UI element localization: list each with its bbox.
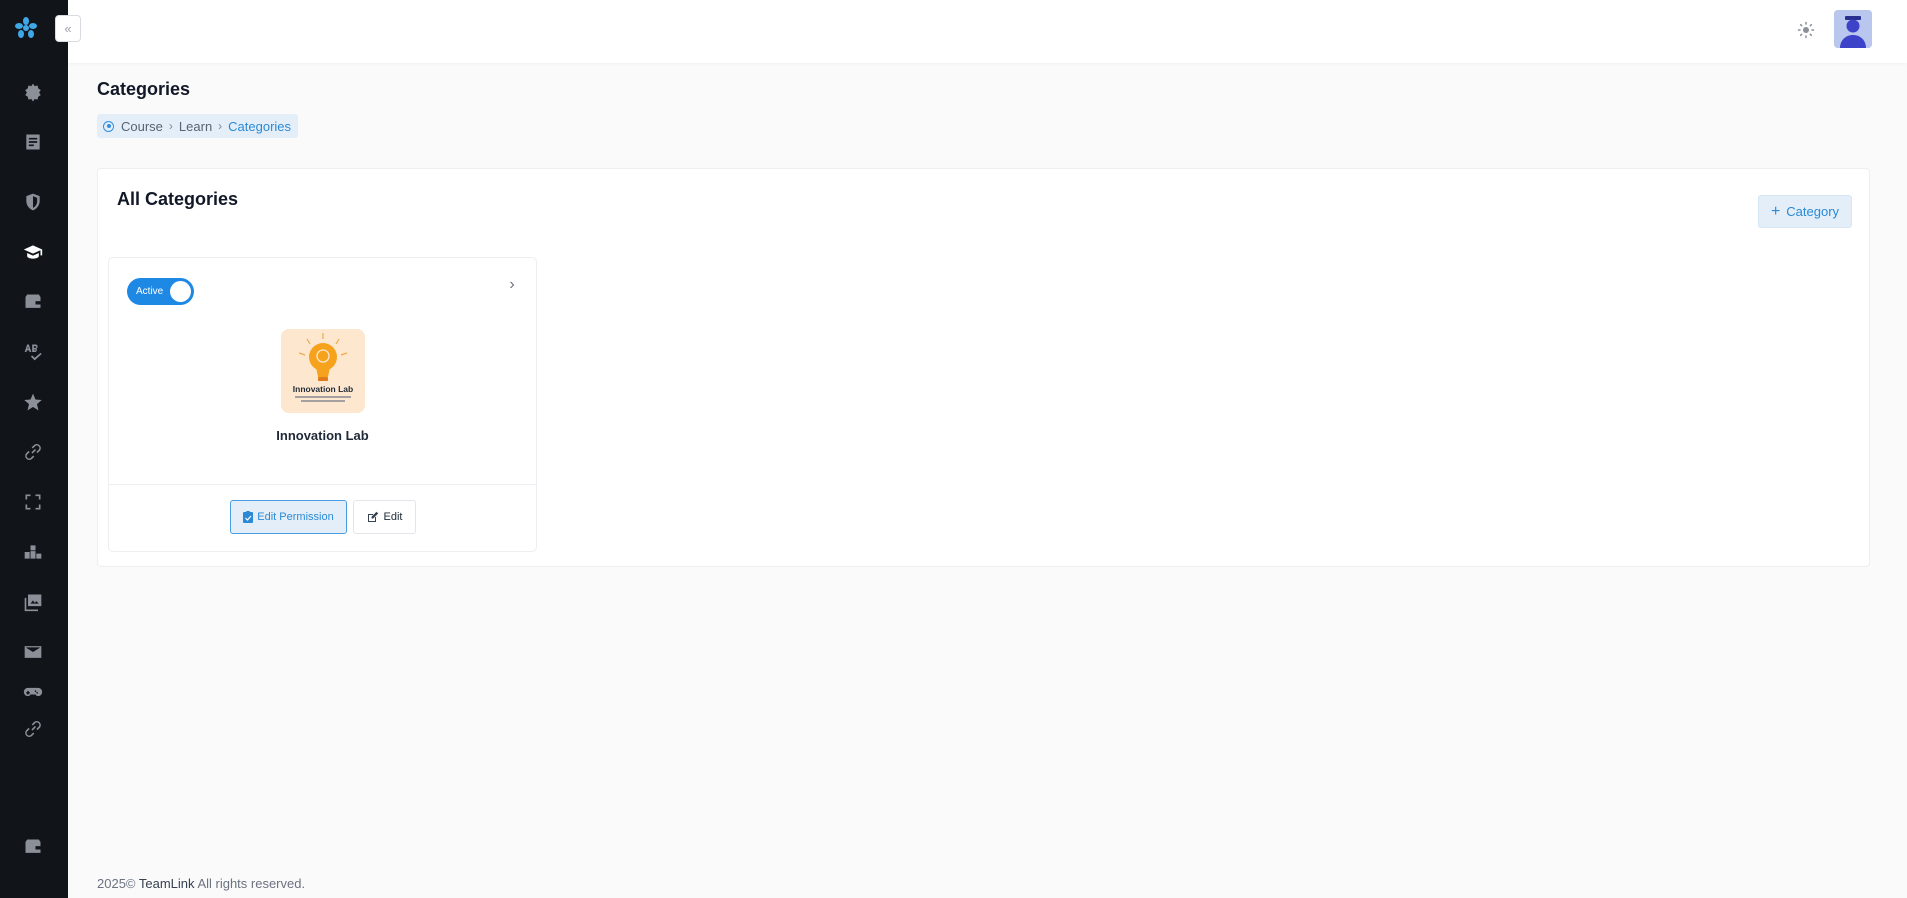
- gallery-icon[interactable]: [22, 591, 44, 613]
- expand-icon[interactable]: [22, 491, 44, 513]
- edit-permission-button[interactable]: Edit Permission: [230, 500, 347, 534]
- breadcrumb-item-categories: Categories: [228, 118, 292, 134]
- star-icon[interactable]: [22, 391, 44, 413]
- edit-icon: [367, 511, 378, 522]
- footer-rights: All rights reserved.: [197, 876, 306, 891]
- wallet-icon[interactable]: [22, 836, 44, 858]
- settings-icon[interactable]: [22, 81, 44, 103]
- breadcrumb-item-course[interactable]: Course: [121, 119, 163, 134]
- toggle-knob: [170, 281, 191, 302]
- chevron-right-icon: ›: [218, 119, 223, 133]
- collapse-sidebar-button[interactable]: «: [55, 15, 81, 42]
- category-image: Innovation Lab: [281, 329, 365, 413]
- edit-permission-label: Edit Permission: [257, 511, 334, 523]
- graduation-cap-icon[interactable]: [22, 241, 44, 263]
- link-icon[interactable]: [22, 718, 44, 740]
- shield-icon[interactable]: [22, 191, 44, 213]
- sidebar: [0, 0, 68, 898]
- sun-icon[interactable]: [1796, 20, 1816, 40]
- status-label: Active: [136, 286, 164, 297]
- logo-icon[interactable]: [14, 16, 38, 40]
- link-icon[interactable]: [22, 441, 44, 463]
- footer-year: 2025©: [97, 876, 136, 891]
- chevron-right-icon: ›: [168, 119, 173, 133]
- categories-panel: All Categories + Category Active › Innov…: [97, 168, 1870, 567]
- category-card: Active › Innovation Lab Innovation Lab E…: [108, 257, 537, 552]
- status-toggle[interactable]: Active: [127, 278, 194, 305]
- plus-icon: +: [1770, 202, 1781, 220]
- target-icon: [103, 120, 114, 132]
- divider: [109, 484, 536, 485]
- avatar[interactable]: [1834, 10, 1872, 48]
- section-title: All Categories: [117, 189, 239, 209]
- clipboard-icon: [243, 511, 254, 523]
- category-image-text: Innovation Lab: [293, 384, 353, 394]
- edit-label: Edit: [383, 511, 403, 523]
- wallet-icon[interactable]: [22, 291, 44, 313]
- double-chevron-left-icon: «: [64, 21, 72, 36]
- footer-brand[interactable]: TeamLink: [139, 876, 195, 891]
- chart-icon[interactable]: [22, 541, 44, 563]
- breadcrumb-item-learn[interactable]: Learn: [179, 119, 212, 134]
- mail-icon[interactable]: [22, 641, 44, 663]
- category-name: Innovation Lab: [276, 428, 369, 443]
- footer: 2025© TeamLink All rights reserved.: [97, 876, 305, 891]
- gamepad-icon[interactable]: [22, 681, 44, 703]
- add-category-label: Category: [1786, 204, 1840, 219]
- spellcheck-icon[interactable]: [22, 341, 44, 363]
- book-icon[interactable]: [22, 131, 44, 153]
- chevron-right-icon[interactable]: ›: [504, 276, 520, 294]
- add-category-button[interactable]: + Category: [1758, 195, 1852, 228]
- top-bar: [68, 0, 1907, 63]
- page-title: Categories: [97, 79, 191, 99]
- edit-button[interactable]: Edit: [353, 500, 416, 534]
- breadcrumb: Course › Learn › Categories: [97, 114, 299, 138]
